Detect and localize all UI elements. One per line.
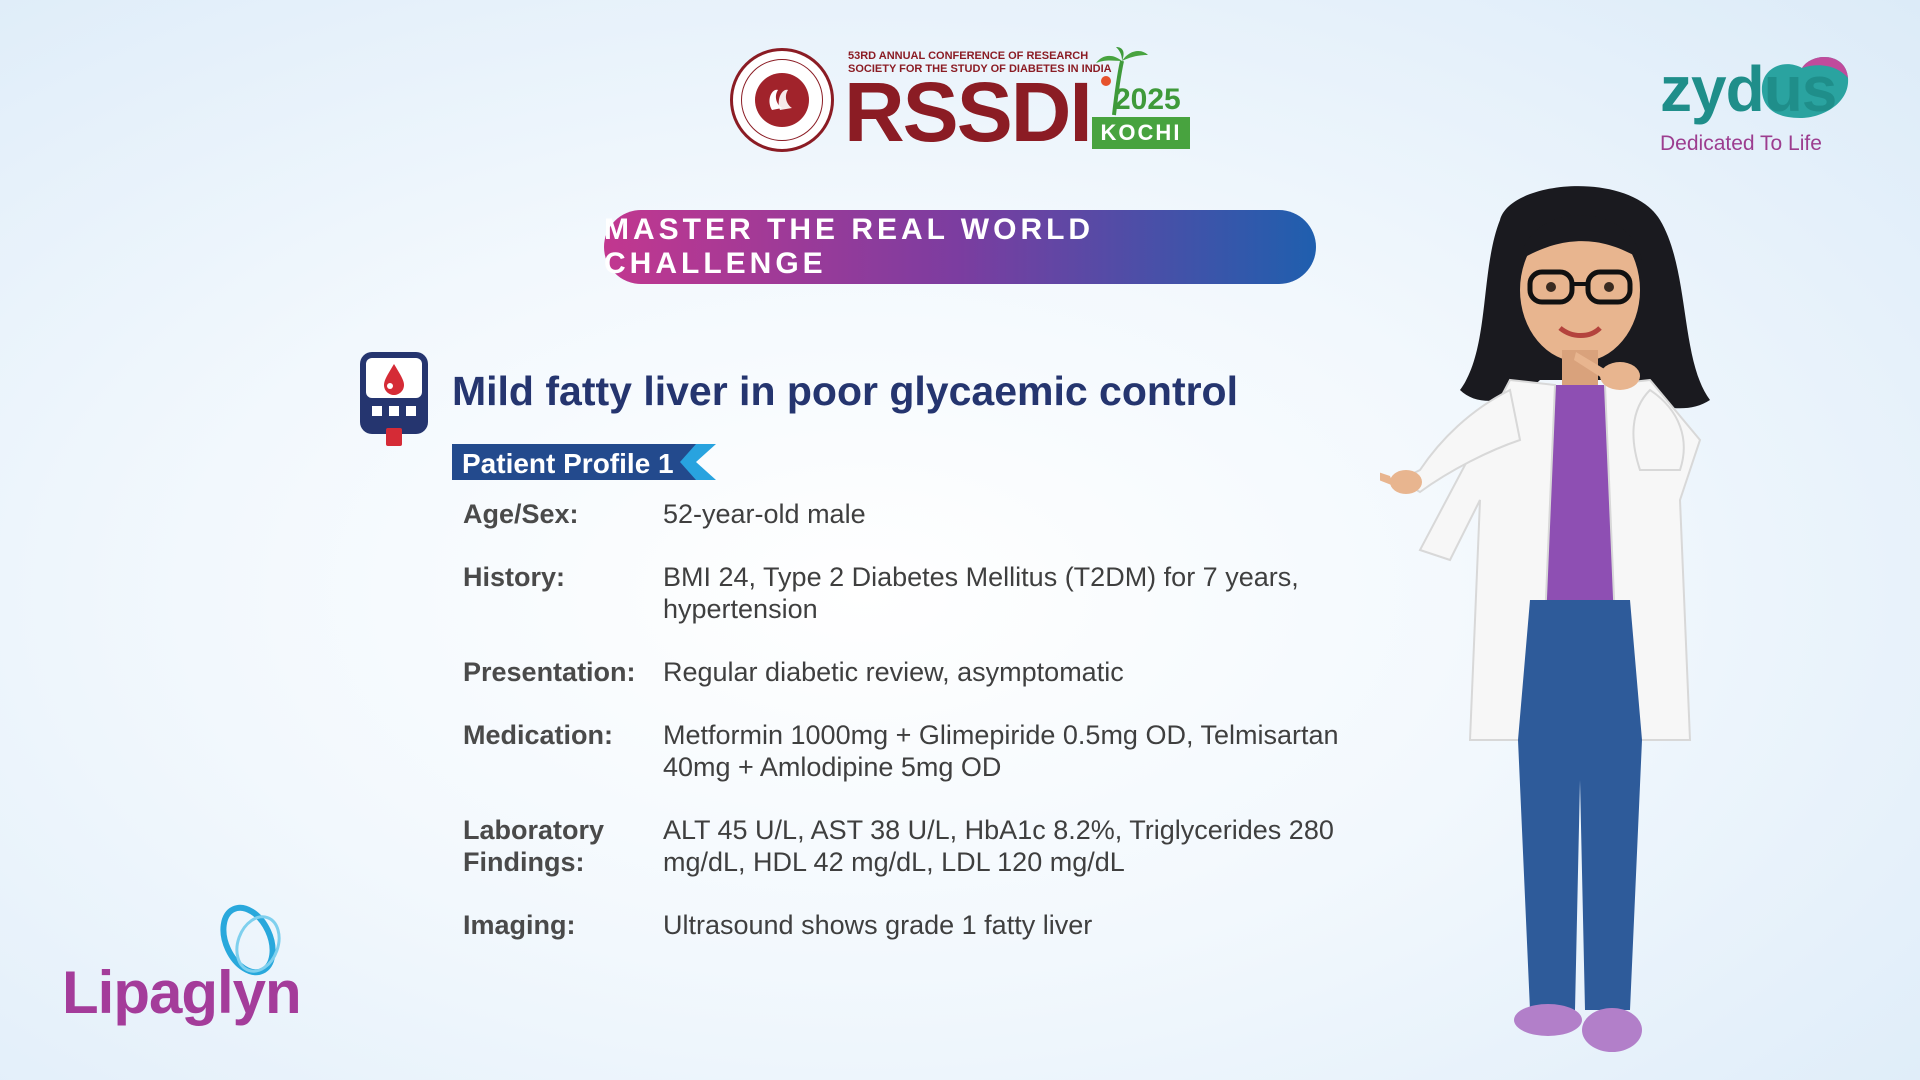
- detail-label: Age/Sex:: [463, 499, 579, 529]
- detail-row-history: History: BMI 24, Type 2 Diabetes Mellitu…: [463, 561, 1363, 625]
- rssdi-logo: 53rd Annual Conference of Research Socie…: [730, 44, 1190, 156]
- detail-row-presentation: Presentation: Regular diabetic review, a…: [463, 656, 1363, 688]
- detail-row-laboratory: Laboratory Findings: ALT 45 U/L, AST 38 …: [463, 814, 1363, 878]
- patient-details: Age/Sex: 52-year-old male History: BMI 2…: [463, 498, 1363, 972]
- rssdi-seal-icon: [730, 48, 834, 152]
- detail-row-age-sex: Age/Sex: 52-year-old male: [463, 498, 1363, 530]
- zydus-logo: zydus Dedicated To Life: [1650, 42, 1860, 162]
- detail-value: Metformin 1000mg + Glimepiride 0.5mg OD,…: [663, 720, 1339, 782]
- case-title: Mild fatty liver in poor glycaemic contr…: [452, 368, 1238, 414]
- detail-row-medication: Medication: Metformin 1000mg + Glimepiri…: [463, 719, 1363, 783]
- detail-value: 52-year-old male: [663, 499, 866, 529]
- detail-label: History:: [463, 562, 566, 592]
- kochi-badge: 2025 KOCHI: [1092, 47, 1190, 149]
- detail-label: Medication:: [463, 720, 614, 750]
- detail-label: Laboratory Findings:: [463, 815, 605, 877]
- detail-value: Ultrasound shows grade 1 fatty liver: [663, 910, 1093, 940]
- detail-row-imaging: Imaging: Ultrasound shows grade 1 fatty …: [463, 909, 1363, 941]
- detail-label: Imaging:: [463, 910, 576, 940]
- lipaglyn-wordmark: Lipaglyn: [62, 959, 302, 1026]
- detail-value: BMI 24, Type 2 Diabetes Mellitus (T2DM) …: [663, 562, 1299, 624]
- patient-profile-tag: Patient Profile 1: [452, 444, 716, 480]
- zydus-wordmark: zydus: [1660, 53, 1837, 125]
- detail-value: ALT 45 U/L, AST 38 U/L, HbA1c 8.2%, Trig…: [663, 815, 1334, 877]
- detail-value: Regular diabetic review, asymptomatic: [663, 657, 1124, 687]
- rssdi-wordmark: RSSDI: [844, 65, 1093, 159]
- conference-year: 2025: [1114, 83, 1181, 116]
- lipaglyn-logo: Lipaglyn: [60, 900, 302, 1040]
- conference-city: KOCHI: [1092, 117, 1190, 149]
- challenge-banner: MASTER THE REAL WORLD CHALLENGE: [604, 210, 1316, 284]
- glucometer-icon: [360, 352, 428, 446]
- doctor-character-illustration: [1380, 186, 1710, 1052]
- detail-label: Presentation:: [463, 657, 636, 687]
- patient-profile-label: Patient Profile 1: [462, 448, 674, 479]
- zydus-tagline: Dedicated To Life: [1660, 132, 1822, 155]
